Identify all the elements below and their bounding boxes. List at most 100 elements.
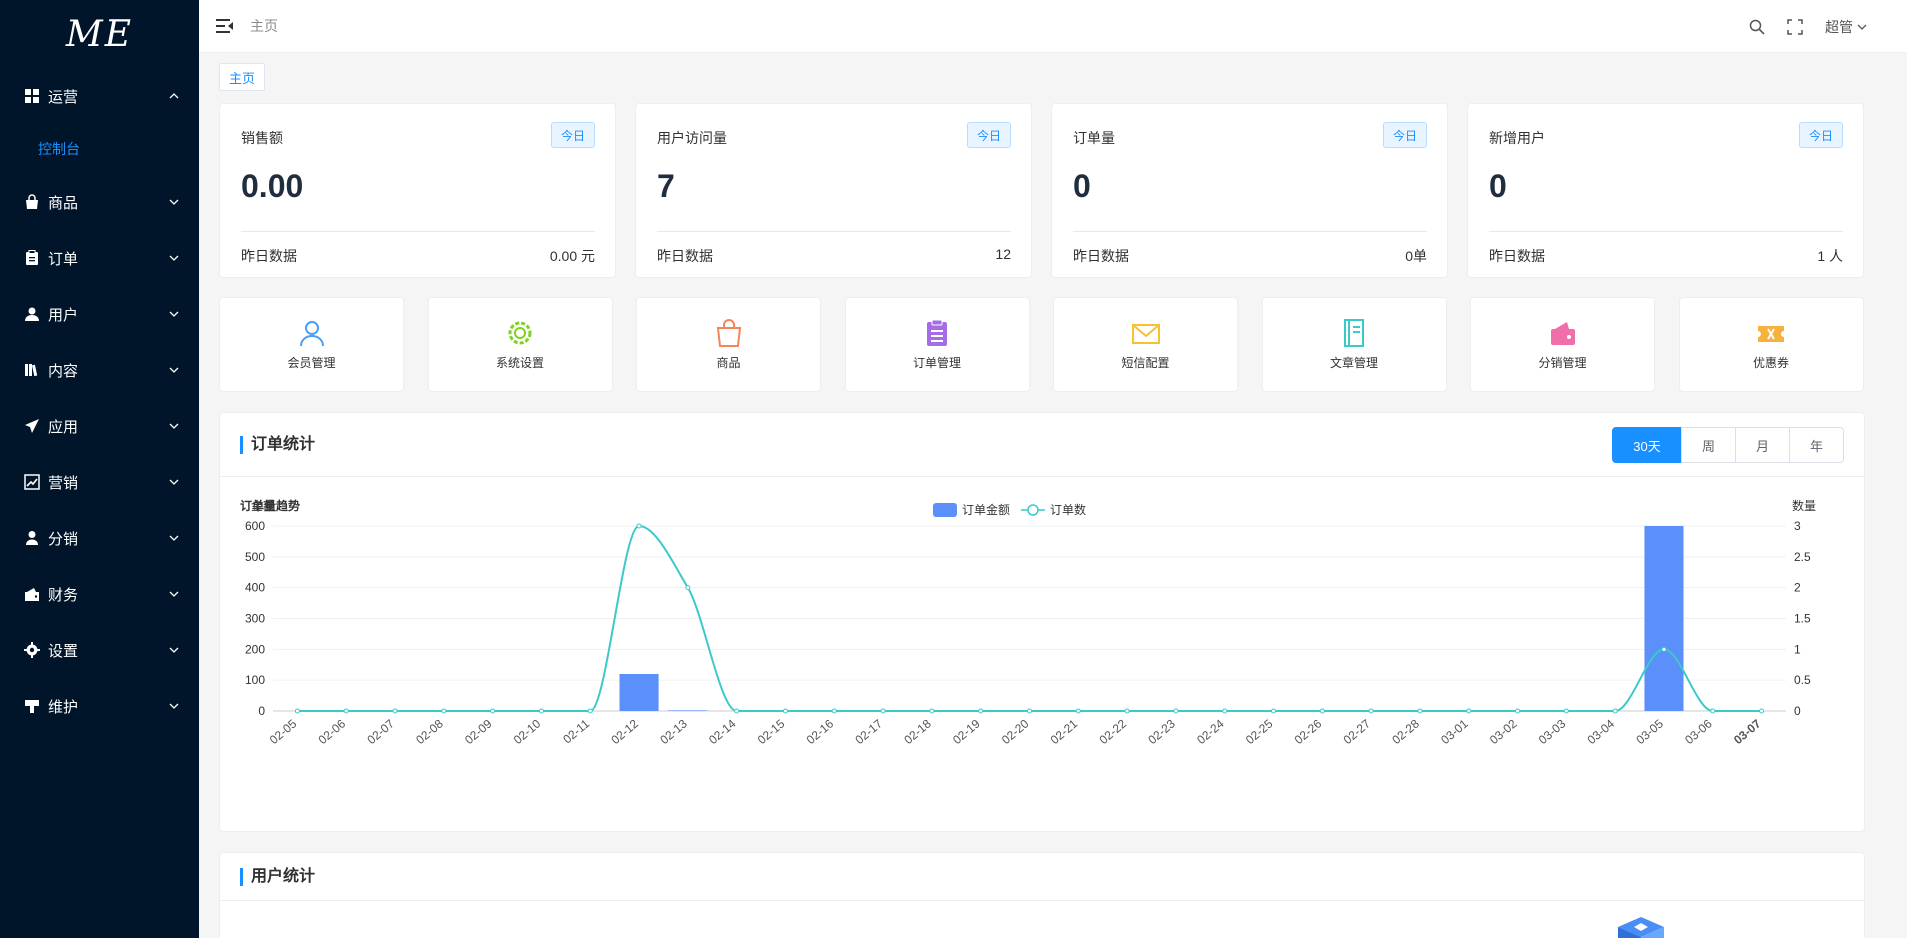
line-point [294, 708, 300, 714]
sidebar-item-4[interactable]: 内容 [0, 342, 199, 398]
x-tick-label: 02-22 [1097, 716, 1130, 747]
top-bar: 主页 超管 [199, 0, 1907, 53]
x-tick-label: 02-23 [1145, 716, 1178, 747]
member-icon [299, 321, 324, 347]
line-point [636, 523, 642, 529]
y-tick-label: 300 [245, 612, 265, 626]
chevron-up-icon [169, 93, 179, 99]
mail-icon [1131, 324, 1160, 344]
range-selector: 30天周月年 [1612, 427, 1844, 463]
sidebar-item-9[interactable]: 设置 [0, 622, 199, 678]
user-menu[interactable]: 超管 [1825, 17, 1867, 37]
bar [619, 674, 659, 711]
line-point [392, 708, 398, 714]
stat-foot-label: 昨日数据 [1073, 248, 1129, 264]
chevron-down-icon [1857, 24, 1867, 30]
stat-card: 用户访问量 今日 7 昨日数据 12 [635, 103, 1032, 278]
divider [241, 231, 595, 232]
settings-icon [508, 321, 532, 345]
shortcut-card[interactable]: 优惠券 [1678, 297, 1864, 392]
stat-title: 订单量 [1073, 130, 1115, 146]
sidebar-item-8[interactable]: 财务 [0, 566, 199, 622]
shortcut-card[interactable]: 商品 [636, 297, 821, 392]
line-point [1222, 708, 1228, 714]
logo[interactable]: ME [0, 0, 199, 68]
sidebar-item-6[interactable]: 营销 [0, 454, 199, 510]
fullscreen-icon[interactable] [1787, 18, 1803, 35]
line-point [1710, 708, 1716, 714]
sidebar-item-label: 内容 [48, 362, 79, 380]
sidebar-item-5[interactable]: 应用 [0, 398, 199, 454]
sidebar-item-0[interactable]: 运营 [0, 68, 199, 124]
sidebar-item-3[interactable]: 用户 [0, 286, 199, 342]
sidebar-item-label: 运营 [48, 88, 79, 106]
tab-home[interactable]: 主页 [219, 63, 266, 91]
line-point [343, 708, 349, 714]
sidebar-item-1[interactable]: 商品 [0, 174, 199, 230]
range-button[interactable]: 年 [1789, 427, 1844, 463]
submenu-item-dashboard[interactable]: 控制台 [0, 124, 199, 174]
stat-card: 新增用户 今日 0 昨日数据 1 人 [1467, 103, 1864, 278]
x-tick-label: 03-07 [1731, 716, 1764, 747]
sidebar-item-2[interactable]: 订单 [0, 230, 199, 286]
line-point [1466, 708, 1472, 714]
legend-label: 订单数 [1050, 502, 1086, 517]
shortcut-card[interactable]: 系统设置 [427, 297, 613, 392]
line-point [538, 708, 544, 714]
clipboard-icon [26, 250, 38, 265]
stat-badge: 今日 [1798, 122, 1843, 148]
cube-graphic-icon [1618, 917, 1664, 938]
sidebar-item-10[interactable]: 维护 [0, 678, 199, 734]
x-tick-label: 02-07 [364, 716, 397, 747]
shortcut-label: 会员管理 [287, 356, 336, 370]
panel-title: 用户统计 [240, 867, 315, 886]
line-point [1612, 708, 1618, 714]
shortcut-card[interactable]: 会员管理 [219, 297, 404, 392]
line-point [587, 708, 593, 714]
line-point [1515, 708, 1521, 714]
bag-icon [26, 194, 38, 209]
sidebar-item-7[interactable]: 分销 [0, 510, 199, 566]
gear-icon [24, 642, 40, 658]
chevron-down-icon [169, 591, 179, 597]
range-button[interactable]: 30天 [1612, 427, 1682, 463]
range-button[interactable]: 周 [1681, 427, 1736, 463]
x-tick-label: 02-13 [657, 716, 690, 747]
user-stats-panel: 用户统计 [219, 852, 1865, 938]
order-icon [927, 319, 947, 346]
legend-swatch-bar [933, 503, 957, 517]
chevron-down-icon [169, 367, 179, 373]
shopping-bag-icon [716, 319, 741, 347]
search-icon[interactable] [1749, 19, 1765, 35]
wallet-icon [1550, 322, 1575, 345]
stat-title: 新增用户 [1489, 130, 1545, 146]
line-point [1319, 708, 1325, 714]
chevron-down-icon [169, 199, 179, 205]
x-tick-label: 02-11 [560, 716, 592, 746]
breadcrumb[interactable]: 主页 [250, 16, 278, 36]
y-tick-label: 200 [245, 642, 265, 656]
shortcut-card[interactable]: 文章管理 [1261, 297, 1447, 392]
user-icon [25, 307, 39, 321]
line-point [1124, 708, 1130, 714]
line-point [1027, 708, 1032, 714]
line-point [734, 708, 740, 714]
line-point [782, 708, 788, 714]
sidebar-item-label: 设置 [48, 642, 79, 660]
line-point [978, 708, 984, 714]
range-button[interactable]: 月 [1735, 427, 1790, 463]
wallet-icon [25, 588, 39, 601]
grid-icon [25, 89, 39, 103]
shortcut-card[interactable]: 短信配置 [1053, 297, 1238, 392]
x-tick-label: 02-05 [267, 716, 300, 747]
menu-fold-icon[interactable] [216, 18, 234, 34]
x-tick-label: 02-14 [706, 716, 739, 747]
main-content: 主页 销售额 今日 0.00 昨日数据 0.00 元用户访问量 今日 7 昨日数据 12 订单量今… [199, 53, 1907, 938]
line-point [929, 708, 935, 714]
stat-title: 销售额 [241, 130, 283, 146]
shortcut-label: 商品 [716, 356, 741, 370]
shortcut-card[interactable]: 订单管理 [844, 297, 1030, 392]
shortcut-card[interactable]: 分销管理 [1470, 297, 1655, 392]
x-tick-label: 03-05 [1633, 716, 1666, 747]
line-point [441, 708, 447, 714]
